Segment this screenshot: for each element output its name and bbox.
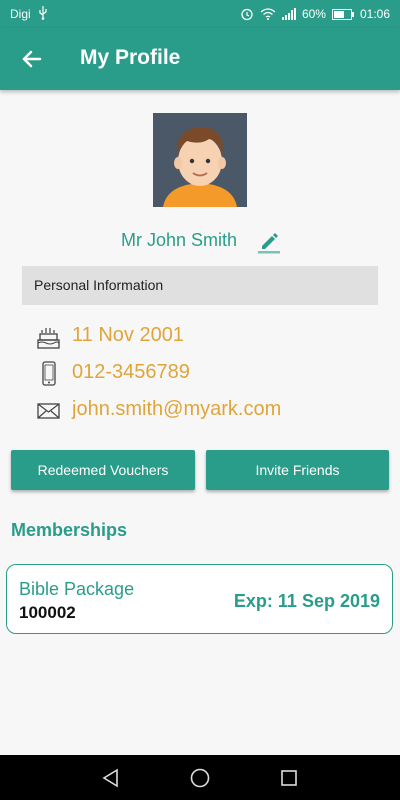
- membership-code: 100002: [19, 603, 76, 622]
- avatar[interactable]: [153, 113, 247, 207]
- profile-name: Mr John Smith: [121, 230, 238, 250]
- alarm-icon: [240, 7, 254, 21]
- phone-value: 012-3456789: [72, 361, 190, 383]
- redeemed-vouchers-button[interactable]: Redeemed Vouchers: [11, 450, 195, 490]
- profile-name-row: Mr John Smith: [0, 230, 400, 256]
- back-triangle-icon[interactable]: [99, 766, 123, 790]
- birthday-cake-icon: [36, 324, 62, 350]
- recents-square-icon[interactable]: [277, 766, 301, 790]
- app-bar: My Profile: [0, 28, 400, 90]
- invite-friends-button[interactable]: Invite Friends: [206, 450, 389, 490]
- carrier-label: Digi: [10, 7, 31, 21]
- membership-package-name: Bible Package: [19, 579, 135, 599]
- envelope-icon: [36, 398, 62, 424]
- membership-card[interactable]: Bible Package 100002 Exp: 11 Sep 2019: [6, 564, 393, 634]
- clock: 01:06: [359, 7, 390, 21]
- home-circle-icon[interactable]: [188, 766, 212, 790]
- membership-expiry: Exp: 11 Sep 2019: [233, 591, 380, 611]
- mobile-phone-icon: [36, 361, 62, 387]
- birthday-row: 11 Nov 2001: [36, 322, 376, 350]
- status-bar: Digi 60% 01:06: [0, 0, 400, 28]
- email-value: john.smith@myark.com: [72, 398, 282, 420]
- signal-icon: [281, 8, 296, 20]
- page-title: My Profile: [80, 46, 181, 69]
- edit-pencil-icon[interactable]: [258, 230, 280, 254]
- battery-percent: 60%: [301, 7, 326, 21]
- back-arrow-icon[interactable]: [18, 45, 46, 73]
- battery-icon: [331, 8, 354, 20]
- section-title: Personal Information: [34, 277, 164, 293]
- email-row: john.smith@myark.com: [36, 396, 376, 424]
- wifi-icon: [260, 8, 276, 20]
- usb-icon: [38, 6, 48, 20]
- memberships-heading: Memberships: [11, 520, 128, 540]
- system-navigation-bar: [0, 755, 400, 800]
- phone-row: 012-3456789: [36, 359, 376, 387]
- birthday-value: 11 Nov 2001: [72, 324, 184, 346]
- personal-information-header: Personal Information: [22, 266, 378, 305]
